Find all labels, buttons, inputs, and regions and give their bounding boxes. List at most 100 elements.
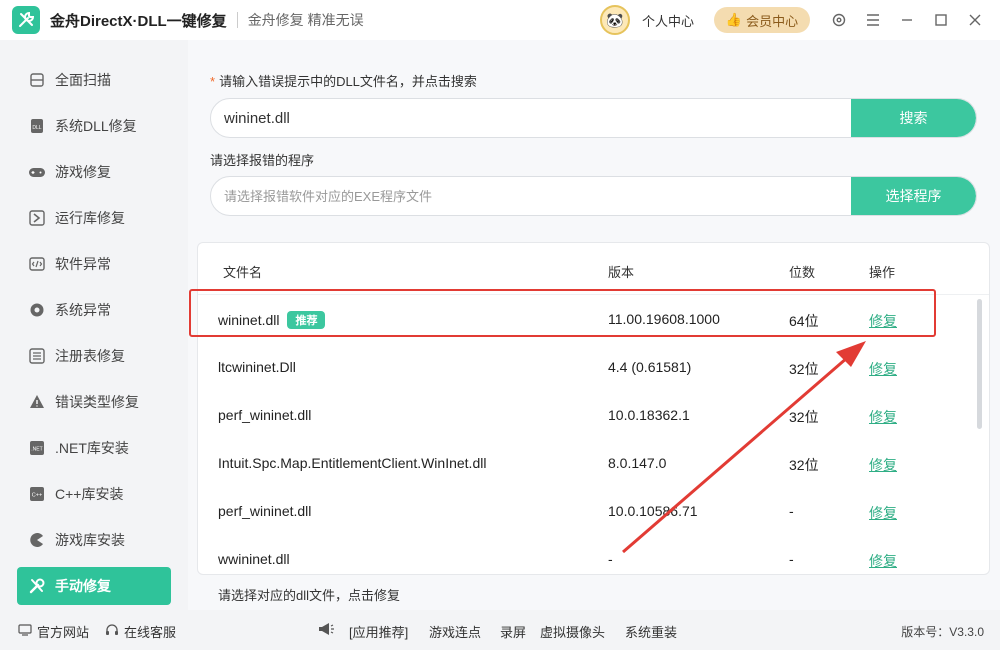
- row-bits: 32位: [789, 409, 819, 425]
- gear-icon: [27, 300, 47, 320]
- list-icon: [27, 346, 47, 366]
- table-header: 文件名 版本 位数 操作: [198, 243, 989, 295]
- row-bits: -: [789, 503, 794, 519]
- header-bits: 位数: [789, 265, 816, 280]
- monitor-icon: [18, 624, 32, 639]
- program-select-box: 选择程序: [210, 176, 977, 216]
- version-label: 版本号：V3.3.0: [901, 625, 984, 639]
- official-website-link[interactable]: 官方网站: [18, 622, 89, 641]
- select-program-button[interactable]: 选择程序: [851, 177, 976, 215]
- wrench-icon: [27, 576, 47, 596]
- minimize-icon[interactable]: [896, 9, 918, 31]
- online-service-label: 在线客服: [124, 625, 177, 640]
- title-bar: 金舟DirectX·DLL一键修复 金舟修复 精准无误 🐼 个人中心 👍 会员中…: [0, 0, 1000, 40]
- official-website-label: 官方网站: [37, 625, 90, 640]
- search-button[interactable]: 搜索: [851, 99, 976, 137]
- sidebar-item-software-error[interactable]: 软件异常: [17, 245, 171, 283]
- highlight-annotation-box: [189, 289, 936, 337]
- dll-search-label-text: 请输入错误提示中的DLL文件名，并点击搜索: [219, 74, 477, 89]
- sidebar-item-label: 游戏修复: [55, 164, 111, 180]
- cpp-icon: C++: [27, 484, 47, 504]
- hint-text: 请选择对应的dll文件，点击修复: [218, 588, 401, 603]
- game-clicker-link[interactable]: 游戏连点: [429, 622, 481, 641]
- sidebar-item-game-repair[interactable]: 游戏修复: [17, 153, 171, 191]
- table-row[interactable]: Intuit.Spc.Map.EntitlementClient.WinInet…: [198, 440, 978, 488]
- row-version: 4.4 (0.61581): [608, 359, 692, 375]
- system-reinstall-link[interactable]: 系统重装: [625, 622, 677, 641]
- table-row[interactable]: perf_wininet.dll 10.0.18362.1 32位 修复: [198, 392, 978, 440]
- repair-link[interactable]: 修复: [869, 551, 897, 571]
- sidebar-item-full-scan[interactable]: 全面扫描: [17, 61, 171, 99]
- row-bits: 32位: [789, 457, 819, 473]
- table-row[interactable]: wwininet.dll - - 修复: [198, 536, 978, 574]
- runtime-icon: [27, 208, 47, 228]
- header-action: 操作: [869, 265, 896, 280]
- row-filename: Intuit.Spc.Map.EntitlementClient.WinInet…: [218, 455, 487, 471]
- virtual-camera-link[interactable]: 虚拟摄像头: [540, 622, 605, 641]
- sidebar-item-dotnet-install[interactable]: .NET .NET库安装: [17, 429, 171, 467]
- dll-search-box: 搜索: [210, 98, 977, 138]
- app-recommend-link[interactable]: [应用推荐]: [349, 622, 408, 641]
- table-row[interactable]: ltcwininet.Dll 4.4 (0.61581) 32位 修复: [198, 344, 978, 392]
- sidebar-item-label: .NET库安装: [55, 440, 129, 456]
- dll-search-input[interactable]: [211, 99, 854, 137]
- settings-icon[interactable]: [828, 9, 850, 31]
- repair-link[interactable]: 修复: [869, 503, 897, 523]
- sidebar-item-game-lib-install[interactable]: 游戏库安装: [17, 521, 171, 559]
- dotnet-icon: .NET: [27, 438, 47, 458]
- repair-link[interactable]: 修复: [869, 407, 897, 427]
- sidebar-item-label: 运行库修复: [55, 210, 125, 226]
- svg-text:C++: C++: [32, 493, 42, 499]
- sidebar-item-label: 系统异常: [55, 302, 111, 318]
- sidebar: 全面扫描 DLL 系统DLL修复 游戏修复 运行库修复 软件异常 系统异常 注册…: [0, 40, 188, 610]
- row-filename: perf_wininet.dll: [218, 503, 312, 519]
- footer: 官方网站 在线客服 [应用推荐] 游戏连点 录屏 虚拟摄像头 系统重装 版本号：…: [0, 610, 1000, 650]
- close-icon[interactable]: [964, 9, 986, 31]
- gamepad-icon: [27, 162, 47, 182]
- sidebar-item-label: 软件异常: [55, 256, 111, 272]
- warning-icon: [27, 392, 47, 412]
- dll-search-label: * 请输入错误提示中的DLL文件名，并点击搜索: [210, 74, 477, 89]
- sidebar-item-label: 手动修复: [55, 578, 111, 594]
- program-select-label: 请选择报错的程序: [210, 153, 315, 168]
- user-center-link[interactable]: 个人中心: [642, 11, 694, 30]
- sidebar-item-error-type-repair[interactable]: 错误类型修复: [17, 383, 171, 421]
- repair-link[interactable]: 修复: [869, 455, 897, 475]
- sidebar-item-system-dll[interactable]: DLL 系统DLL修复: [17, 107, 171, 145]
- menu-icon[interactable]: [862, 9, 884, 31]
- vip-center-label: 会员中心: [746, 13, 799, 29]
- row-bits: -: [789, 551, 794, 567]
- vip-center-button[interactable]: 👍 会员中心: [714, 7, 810, 33]
- app-logo-icon: [12, 6, 40, 34]
- header-filename: 文件名: [223, 265, 263, 280]
- scan-icon: [27, 70, 47, 90]
- sidebar-item-manual-repair[interactable]: 手动修复: [17, 567, 171, 605]
- avatar[interactable]: 🐼: [599, 5, 630, 35]
- row-version: 10.0.10586.71: [608, 503, 698, 519]
- repair-link[interactable]: 修复: [869, 359, 897, 379]
- svg-text:.NET: .NET: [31, 447, 42, 453]
- svg-text:DLL: DLL: [32, 125, 41, 131]
- sidebar-item-label: 系统DLL修复: [55, 118, 137, 134]
- dll-icon: DLL: [27, 116, 47, 136]
- sidebar-item-cpp-install[interactable]: C++ C++库安装: [17, 475, 171, 513]
- sidebar-item-label: 游戏库安装: [55, 532, 125, 548]
- sidebar-item-runtime-repair[interactable]: 运行库修复: [17, 199, 171, 237]
- app-title: 金舟DirectX·DLL一键修复: [50, 12, 227, 30]
- table-scrollbar[interactable]: [977, 299, 982, 429]
- maximize-icon[interactable]: [930, 9, 952, 31]
- row-filename: perf_wininet.dll: [218, 407, 312, 423]
- screen-record-link[interactable]: 录屏: [500, 622, 526, 641]
- row-bits: 32位: [789, 361, 819, 377]
- title-divider: [236, 12, 238, 28]
- sidebar-item-system-error[interactable]: 系统异常: [17, 291, 171, 329]
- header-version: 版本: [608, 265, 635, 280]
- row-version: -: [608, 551, 613, 567]
- sidebar-item-registry-repair[interactable]: 注册表修复: [17, 337, 171, 375]
- sidebar-item-label: 注册表修复: [55, 348, 125, 364]
- table-row[interactable]: perf_wininet.dll 10.0.10586.71 - 修复: [198, 488, 978, 536]
- sidebar-item-label: 全面扫描: [55, 72, 111, 88]
- row-filename: ltcwininet.Dll: [218, 359, 296, 375]
- program-path-input[interactable]: [211, 177, 854, 215]
- online-service-link[interactable]: 在线客服: [105, 622, 176, 641]
